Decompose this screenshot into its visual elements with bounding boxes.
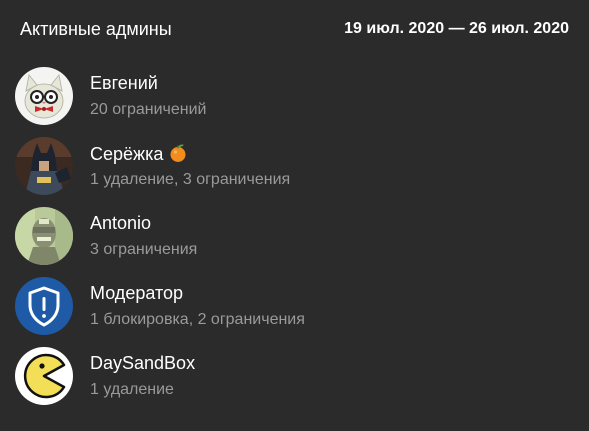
admin-row-antonio[interactable]: Antonio 3 ограничения	[0, 201, 589, 271]
admin-name-text: Серёжка	[90, 144, 164, 164]
person-photo-avatar	[15, 207, 73, 265]
admin-name: Серёжка	[90, 143, 188, 168]
admin-name: DaySandBox	[90, 353, 196, 373]
admin-stats: 20 ограничений	[90, 101, 207, 118]
admin-row-serezhka[interactable]: Серёжка 1 удаление, 3 ограничения	[0, 131, 589, 201]
batman-avatar	[15, 137, 73, 195]
admin-stats: 1 удаление, 3 ограничения	[90, 171, 291, 188]
tangerine-emoji-icon	[168, 143, 188, 168]
pacman-avatar	[15, 347, 73, 405]
date-range: 19 июл. 2020 — 26 июл. 2020	[344, 20, 569, 37]
admin-row-evgeniy[interactable]: Евгений 20 ограничений	[0, 61, 589, 131]
shield-exclamation-avatar	[15, 277, 73, 335]
admin-row-daysandbox[interactable]: DaySandBox 1 удаление	[0, 341, 589, 411]
admin-stats: 1 удаление	[90, 381, 174, 398]
admin-row-moderator[interactable]: Модератор 1 блокировка, 2 ограничения	[0, 271, 589, 341]
panel-header: Активные админы 19 июл. 2020 — 26 июл. 2…	[0, 0, 589, 60]
admin-name: Antonio	[90, 213, 152, 233]
active-admins-panel: Активные админы 19 июл. 2020 — 26 июл. 2…	[0, 0, 589, 431]
admin-stats: 3 ограничения	[90, 241, 198, 258]
panel-title: Активные админы	[20, 19, 172, 39]
admin-name: Евгений	[90, 73, 158, 93]
admin-name: Модератор	[90, 283, 184, 303]
cat-with-glasses-avatar	[15, 67, 73, 125]
admin-stats: 1 блокировка, 2 ограничения	[90, 311, 305, 328]
